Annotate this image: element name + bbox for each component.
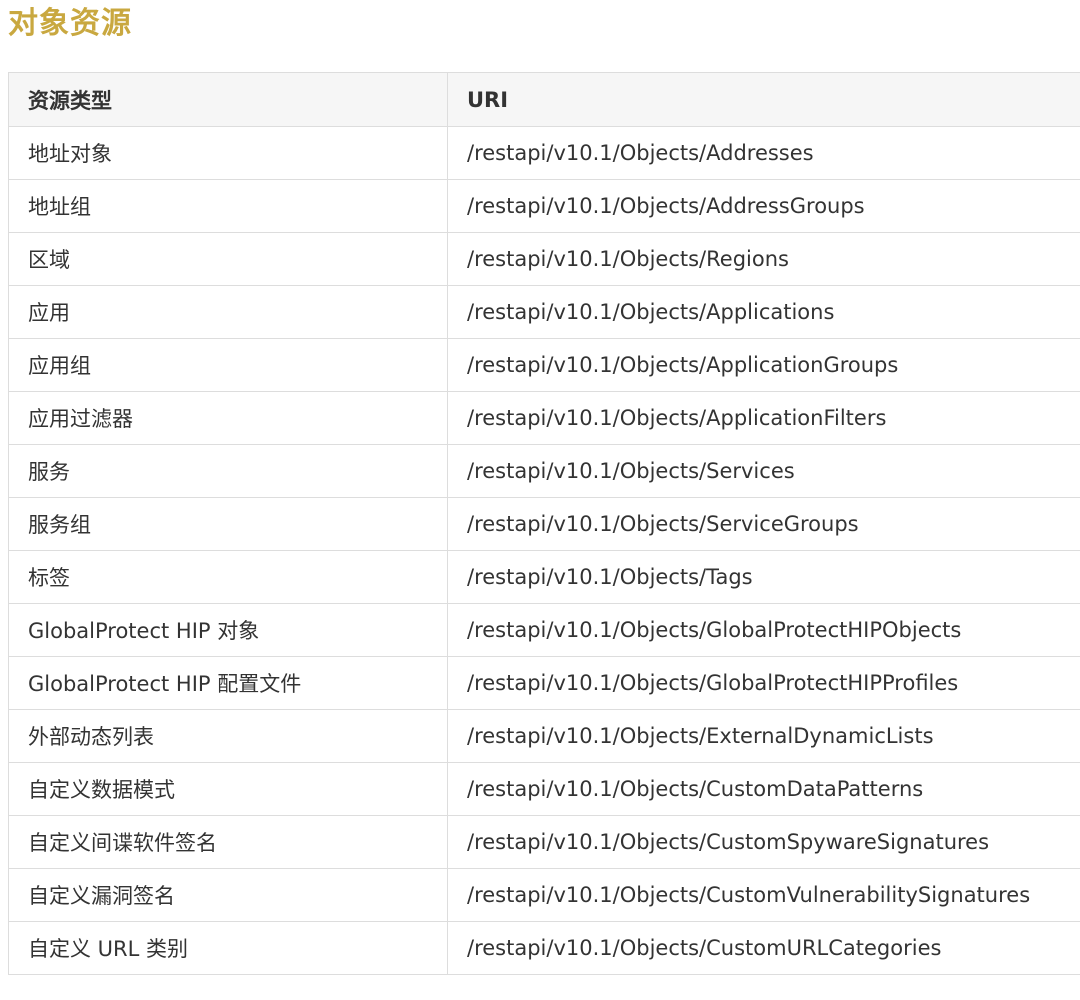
resource-type-cell: 标签 <box>8 550 448 604</box>
resource-type-cell: 服务组 <box>8 497 448 551</box>
table-row: GlobalProtect HIP 对象 /restapi/v10.1/Obje… <box>8 603 1080 657</box>
uri-cell: /restapi/v10.1/Objects/Tags <box>447 550 1080 604</box>
table-row: 自定义 URL 类别 /restapi/v10.1/Objects/Custom… <box>8 921 1080 975</box>
section-title: 对象资源 <box>8 6 132 41</box>
uri-cell: /restapi/v10.1/Objects/ApplicationGroups <box>447 338 1080 392</box>
header-resource-type: 资源类型 <box>8 72 448 127</box>
table-header: 资源类型 URI <box>8 72 1080 127</box>
table-row: 应用过滤器 /restapi/v10.1/Objects/Application… <box>8 391 1080 445</box>
uri-cell: /restapi/v10.1/Objects/Applications <box>447 285 1080 339</box>
uri-cell: /restapi/v10.1/Objects/ApplicationFilter… <box>447 391 1080 445</box>
object-resources-table: 资源类型 URI 地址对象 /restapi/v10.1/Objects/Add… <box>8 72 1080 975</box>
uri-cell: /restapi/v10.1/Objects/CustomURLCategori… <box>447 921 1080 975</box>
uri-cell: /restapi/v10.1/Objects/GlobalProtectHIPP… <box>447 656 1080 710</box>
table-row: 应用组 /restapi/v10.1/Objects/ApplicationGr… <box>8 338 1080 392</box>
table-row: 自定义间谍软件签名 /restapi/v10.1/Objects/CustomS… <box>8 815 1080 869</box>
table-body: 地址对象 /restapi/v10.1/Objects/Addresses 地址… <box>8 126 1080 975</box>
table-row: GlobalProtect HIP 配置文件 /restapi/v10.1/Ob… <box>8 656 1080 710</box>
uri-cell: /restapi/v10.1/Objects/ServiceGroups <box>447 497 1080 551</box>
header-row: 资源类型 URI <box>8 72 1080 127</box>
resource-type-cell: 自定义 URL 类别 <box>8 921 448 975</box>
uri-cell: /restapi/v10.1/Objects/Addresses <box>447 126 1080 180</box>
table-row: 服务 /restapi/v10.1/Objects/Services <box>8 444 1080 498</box>
table-row: 自定义漏洞签名 /restapi/v10.1/Objects/CustomVul… <box>8 868 1080 922</box>
uri-cell: /restapi/v10.1/Objects/CustomVulnerabili… <box>447 868 1080 922</box>
uri-cell: /restapi/v10.1/Objects/GlobalProtectHIPO… <box>447 603 1080 657</box>
table-container: 资源类型 URI 地址对象 /restapi/v10.1/Objects/Add… <box>8 72 1080 975</box>
table-row: 标签 /restapi/v10.1/Objects/Tags <box>8 550 1080 604</box>
resource-type-cell: GlobalProtect HIP 配置文件 <box>8 656 448 710</box>
resource-type-cell: 服务 <box>8 444 448 498</box>
resource-type-cell: 区域 <box>8 232 448 286</box>
uri-cell: /restapi/v10.1/Objects/Services <box>447 444 1080 498</box>
table-row: 外部动态列表 /restapi/v10.1/Objects/ExternalDy… <box>8 709 1080 763</box>
resource-type-cell: 自定义数据模式 <box>8 762 448 816</box>
table-row: 自定义数据模式 /restapi/v10.1/Objects/CustomDat… <box>8 762 1080 816</box>
resource-type-cell: 自定义间谍软件签名 <box>8 815 448 869</box>
uri-cell: /restapi/v10.1/Objects/CustomSpywareSign… <box>447 815 1080 869</box>
header-uri: URI <box>447 72 1080 127</box>
uri-cell: /restapi/v10.1/Objects/ExternalDynamicLi… <box>447 709 1080 763</box>
resource-type-cell: 应用过滤器 <box>8 391 448 445</box>
page: 对象资源 资源类型 URI 地址对象 /restapi/v10.1/Object… <box>0 0 1080 1000</box>
table-row: 地址组 /restapi/v10.1/Objects/AddressGroups <box>8 179 1080 233</box>
resource-type-cell: 地址组 <box>8 179 448 233</box>
uri-cell: /restapi/v10.1/Objects/Regions <box>447 232 1080 286</box>
table-row: 服务组 /restapi/v10.1/Objects/ServiceGroups <box>8 497 1080 551</box>
uri-cell: /restapi/v10.1/Objects/AddressGroups <box>447 179 1080 233</box>
table-row: 应用 /restapi/v10.1/Objects/Applications <box>8 285 1080 339</box>
resource-type-cell: 应用组 <box>8 338 448 392</box>
table-row: 地址对象 /restapi/v10.1/Objects/Addresses <box>8 126 1080 180</box>
resource-type-cell: 应用 <box>8 285 448 339</box>
uri-cell: /restapi/v10.1/Objects/CustomDataPattern… <box>447 762 1080 816</box>
table-row: 区域 /restapi/v10.1/Objects/Regions <box>8 232 1080 286</box>
resource-type-cell: GlobalProtect HIP 对象 <box>8 603 448 657</box>
resource-type-cell: 自定义漏洞签名 <box>8 868 448 922</box>
resource-type-cell: 地址对象 <box>8 126 448 180</box>
resource-type-cell: 外部动态列表 <box>8 709 448 763</box>
